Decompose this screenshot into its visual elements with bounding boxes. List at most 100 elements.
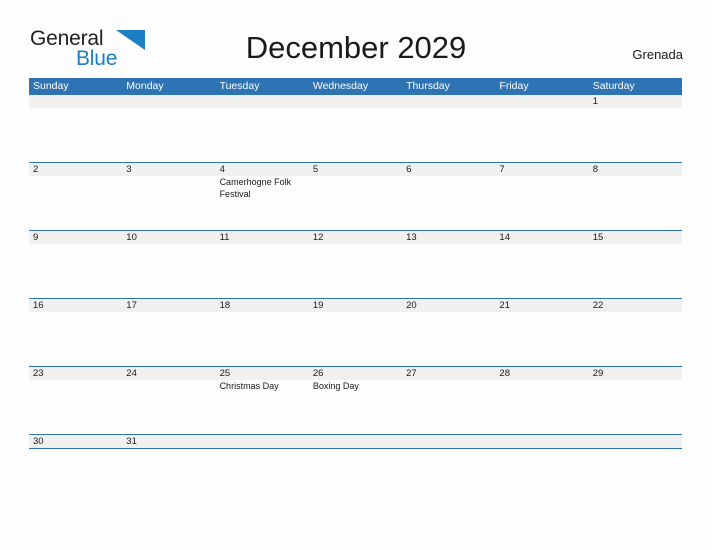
day-number[interactable]: 1 <box>589 95 682 108</box>
day-number[interactable]: 31 <box>122 435 215 448</box>
day-cell[interactable] <box>29 380 122 434</box>
week-date-band: 30 31 <box>29 435 682 448</box>
day-cell[interactable]: Boxing Day <box>309 380 402 434</box>
day-cell[interactable] <box>216 448 309 449</box>
day-cell[interactable] <box>589 380 682 434</box>
day-number[interactable]: 15 <box>589 231 682 244</box>
day-cell[interactable] <box>402 244 495 298</box>
day-cell[interactable] <box>122 448 215 449</box>
day-cell[interactable] <box>495 108 588 162</box>
day-cell[interactable] <box>589 108 682 162</box>
day-number-empty <box>402 435 495 448</box>
day-number[interactable]: 28 <box>495 367 588 380</box>
day-number[interactable]: 2 <box>29 163 122 176</box>
day-cell[interactable] <box>29 448 122 449</box>
day-cell[interactable] <box>122 244 215 298</box>
day-cell[interactable] <box>495 448 588 449</box>
day-cell[interactable] <box>122 380 215 434</box>
day-number-empty <box>495 95 588 108</box>
day-cell[interactable] <box>495 176 588 230</box>
calendar-week-row: 23 24 25 26 27 28 29 Christmas Day Boxing Day <box>29 367 682 435</box>
day-cell[interactable] <box>495 244 588 298</box>
day-number[interactable]: 9 <box>29 231 122 244</box>
week-event-band <box>29 108 682 162</box>
calendar-weeks: 1 2 3 4 5 6 7 8 Camerhogne Folk Festival 9 10 11 12 1… <box>29 95 682 449</box>
day-cell[interactable] <box>309 108 402 162</box>
day-event-label: Christmas Day <box>219 381 279 391</box>
day-cell[interactable]: Christmas Day <box>216 380 309 434</box>
day-cell[interactable] <box>402 108 495 162</box>
day-cell[interactable] <box>29 244 122 298</box>
week-event-band <box>29 244 682 298</box>
day-cell[interactable] <box>589 244 682 298</box>
weekday-header-tuesday: Tuesday <box>219 80 260 92</box>
day-number-empty <box>309 435 402 448</box>
day-number[interactable]: 17 <box>122 299 215 312</box>
day-number[interactable]: 11 <box>216 231 309 244</box>
day-cell[interactable] <box>122 312 215 366</box>
day-number[interactable]: 7 <box>495 163 588 176</box>
day-cell[interactable] <box>29 108 122 162</box>
weekday-header-friday: Friday <box>499 80 529 92</box>
day-number[interactable]: 29 <box>589 367 682 380</box>
day-number[interactable]: 27 <box>402 367 495 380</box>
day-cell[interactable] <box>589 312 682 366</box>
day-number[interactable]: 25 <box>216 367 309 380</box>
day-cell[interactable] <box>309 312 402 366</box>
day-number[interactable]: 16 <box>29 299 122 312</box>
day-number[interactable]: 12 <box>309 231 402 244</box>
day-number[interactable]: 26 <box>309 367 402 380</box>
day-number[interactable]: 21 <box>495 299 588 312</box>
day-cell[interactable] <box>29 176 122 230</box>
day-number[interactable]: 24 <box>122 367 215 380</box>
calendar-week-row: 9 10 11 12 13 14 15 <box>29 231 682 299</box>
page-title: December 2029 <box>245 30 467 65</box>
day-number[interactable]: 22 <box>589 299 682 312</box>
day-number[interactable]: 4 <box>216 163 309 176</box>
day-number-empty <box>402 95 495 108</box>
day-number-empty <box>309 95 402 108</box>
page-header: General Blue December 2029 Grenada <box>0 0 712 76</box>
calendar-week-row: 16 17 18 19 20 21 22 <box>29 299 682 367</box>
weekday-header-sunday: Sunday <box>33 80 69 92</box>
day-number[interactable]: 14 <box>495 231 588 244</box>
day-number[interactable]: 3 <box>122 163 215 176</box>
calendar-page: General Blue December 2029 Grenada Sunda… <box>0 0 712 550</box>
day-cell[interactable] <box>402 448 495 449</box>
week-date-band: 16 17 18 19 20 21 22 <box>29 299 682 312</box>
day-cell[interactable] <box>216 312 309 366</box>
day-number[interactable]: 23 <box>29 367 122 380</box>
day-number[interactable]: 30 <box>29 435 122 448</box>
day-cell[interactable] <box>122 108 215 162</box>
day-cell[interactable] <box>216 108 309 162</box>
day-number[interactable]: 19 <box>309 299 402 312</box>
calendar-week-row: 2 3 4 5 6 7 8 Camerhogne Folk Festival <box>29 163 682 231</box>
day-cell[interactable] <box>402 312 495 366</box>
week-date-band: 1 <box>29 95 682 108</box>
week-event-band: Camerhogne Folk Festival <box>29 176 682 230</box>
day-number[interactable]: 8 <box>589 163 682 176</box>
day-number[interactable]: 6 <box>402 163 495 176</box>
day-cell[interactable] <box>402 176 495 230</box>
day-cell[interactable] <box>29 312 122 366</box>
week-event-band <box>29 312 682 366</box>
day-cell[interactable] <box>309 244 402 298</box>
week-date-band: 23 24 25 26 27 28 29 <box>29 367 682 380</box>
day-number-empty <box>29 95 122 108</box>
day-cell[interactable] <box>309 176 402 230</box>
day-cell[interactable] <box>589 176 682 230</box>
day-number[interactable]: 13 <box>402 231 495 244</box>
day-cell[interactable] <box>589 448 682 449</box>
day-cell[interactable] <box>309 448 402 449</box>
day-number[interactable]: 20 <box>402 299 495 312</box>
day-cell[interactable]: Camerhogne Folk Festival <box>216 176 309 230</box>
day-number-empty <box>122 95 215 108</box>
day-number[interactable]: 10 <box>122 231 215 244</box>
day-number[interactable]: 5 <box>309 163 402 176</box>
day-number[interactable]: 18 <box>216 299 309 312</box>
day-cell[interactable] <box>402 380 495 434</box>
day-cell[interactable] <box>216 244 309 298</box>
day-cell[interactable] <box>122 176 215 230</box>
day-cell[interactable] <box>495 380 588 434</box>
day-cell[interactable] <box>495 312 588 366</box>
